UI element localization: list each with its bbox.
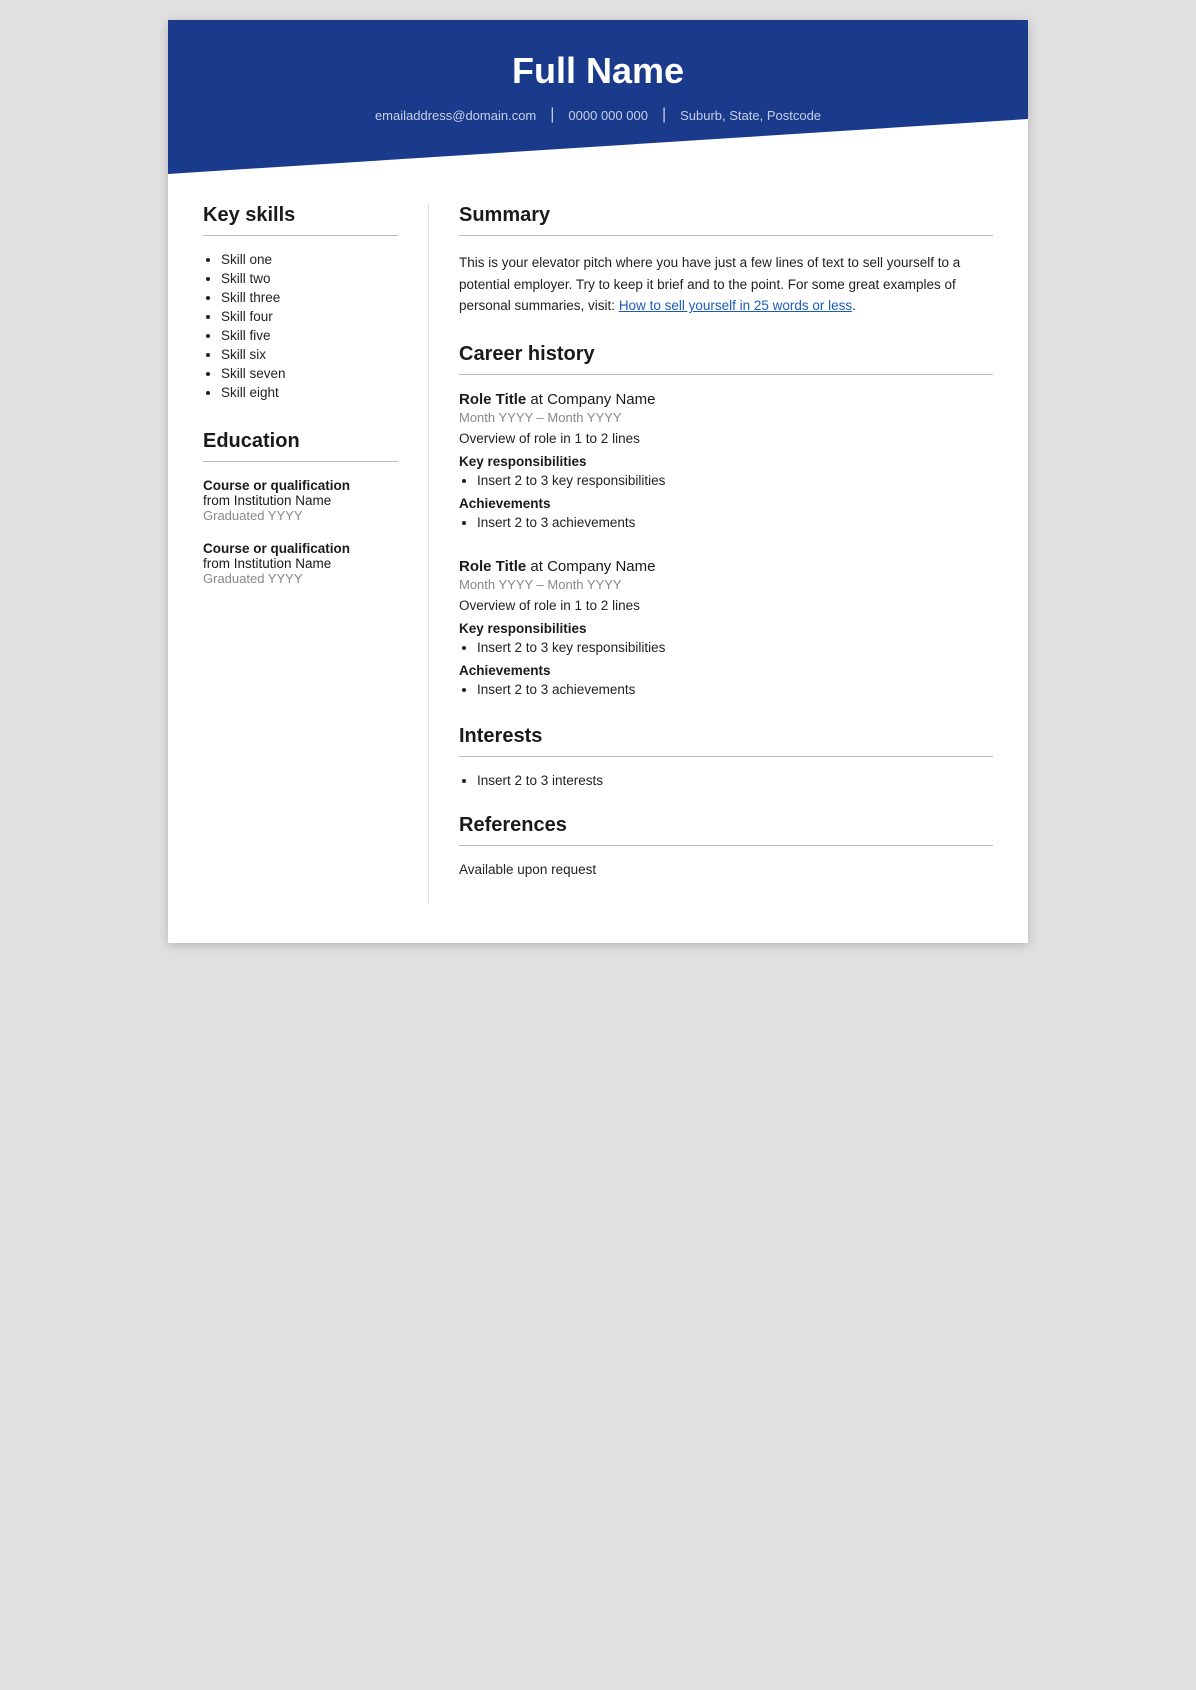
skills-title: Key skills <box>203 204 398 227</box>
list-item: Insert 2 to 3 key responsibilities <box>477 640 993 655</box>
right-column: Summary This is your elevator pitch wher… <box>428 204 1028 903</box>
references-text: Available upon request <box>459 862 993 877</box>
interests-title: Interests <box>459 725 993 748</box>
references-section: References Available upon request <box>459 814 993 877</box>
summary-text: This is your elevator pitch where you ha… <box>459 252 993 317</box>
job-company-1-text: at Company Name <box>530 391 655 408</box>
location: Suburb, State, Postcode <box>666 108 835 123</box>
edu-course-2: Course or qualification <box>203 541 398 556</box>
job-title-2: Role Title <box>459 558 526 575</box>
list-item: Insert 2 to 3 achievements <box>477 515 993 530</box>
resume-body: Key skills Skill one Skill two Skill thr… <box>168 174 1028 943</box>
edu-course-1: Course or qualification <box>203 478 398 493</box>
phone: 0000 000 000 <box>554 108 662 123</box>
job-title-1: Role Title <box>459 391 526 408</box>
skills-list: Skill one Skill two Skill three Skill fo… <box>203 252 398 400</box>
resume-header: Full Name emailaddress@domain.com | 0000… <box>168 20 1028 174</box>
summary-title: Summary <box>459 204 993 227</box>
edu-institution-1: from Institution Name <box>203 493 398 508</box>
list-item: Skill four <box>221 309 398 324</box>
job-item-1: Role Title at Company Name Month YYYY – … <box>459 391 993 530</box>
job-title-line-1: Role Title at Company Name <box>459 391 993 408</box>
job-date-2: Month YYYY – Month YYYY <box>459 577 993 592</box>
job-responsibilities-heading-2: Key responsibilities <box>459 621 993 636</box>
resume-document: Full Name emailaddress@domain.com | 0000… <box>168 20 1028 943</box>
summary-link[interactable]: How to sell yourself in 25 words or less <box>619 298 852 313</box>
list-item: Insert 2 to 3 achievements <box>477 682 993 697</box>
job-achievements-list-2: Insert 2 to 3 achievements <box>459 682 993 697</box>
career-section: Career history Role Title at Company Nam… <box>459 343 993 697</box>
interests-divider <box>459 756 993 757</box>
contact-info: emailaddress@domain.com | 0000 000 000 |… <box>208 106 988 124</box>
edu-grad-2: Graduated YYYY <box>203 571 398 586</box>
edu-item-1: Course or qualification from Institution… <box>203 478 398 523</box>
list-item: Skill two <box>221 271 398 286</box>
education-section: Education Course or qualification from I… <box>203 430 398 586</box>
job-responsibilities-list-1: Insert 2 to 3 key responsibilities <box>459 473 993 488</box>
list-item: Skill one <box>221 252 398 267</box>
list-item: Insert 2 to 3 key responsibilities <box>477 473 993 488</box>
job-date-1: Month YYYY – Month YYYY <box>459 410 993 425</box>
full-name: Full Name <box>208 50 988 92</box>
list-item: Skill eight <box>221 385 398 400</box>
job-title-line-2: Role Title at Company Name <box>459 558 993 575</box>
interests-list: Insert 2 to 3 interests <box>459 773 993 788</box>
email: emailaddress@domain.com <box>361 108 550 123</box>
edu-grad-1: Graduated YYYY <box>203 508 398 523</box>
summary-section: Summary This is your elevator pitch wher… <box>459 204 993 317</box>
education-title: Education <box>203 430 398 453</box>
job-responsibilities-list-2: Insert 2 to 3 key responsibilities <box>459 640 993 655</box>
list-item: Skill three <box>221 290 398 305</box>
career-divider <box>459 374 993 375</box>
job-item-2: Role Title at Company Name Month YYYY – … <box>459 558 993 697</box>
edu-item-2: Course or qualification from Institution… <box>203 541 398 586</box>
skills-section: Key skills Skill one Skill two Skill thr… <box>203 204 398 400</box>
edu-institution-2: from Institution Name <box>203 556 398 571</box>
references-title: References <box>459 814 993 837</box>
interests-section: Interests Insert 2 to 3 interests <box>459 725 993 788</box>
career-title: Career history <box>459 343 993 366</box>
skills-divider <box>203 235 398 236</box>
references-divider <box>459 845 993 846</box>
list-item: Skill six <box>221 347 398 362</box>
left-column: Key skills Skill one Skill two Skill thr… <box>168 204 428 903</box>
job-overview-2: Overview of role in 1 to 2 lines <box>459 598 993 613</box>
list-item: Skill five <box>221 328 398 343</box>
job-achievements-list-1: Insert 2 to 3 achievements <box>459 515 993 530</box>
summary-divider <box>459 235 993 236</box>
list-item: Skill seven <box>221 366 398 381</box>
job-achievements-heading-1: Achievements <box>459 496 993 511</box>
job-company-2-text: at Company Name <box>530 558 655 575</box>
job-overview-1: Overview of role in 1 to 2 lines <box>459 431 993 446</box>
list-item: Insert 2 to 3 interests <box>477 773 993 788</box>
job-achievements-heading-2: Achievements <box>459 663 993 678</box>
education-divider <box>203 461 398 462</box>
job-responsibilities-heading-1: Key responsibilities <box>459 454 993 469</box>
